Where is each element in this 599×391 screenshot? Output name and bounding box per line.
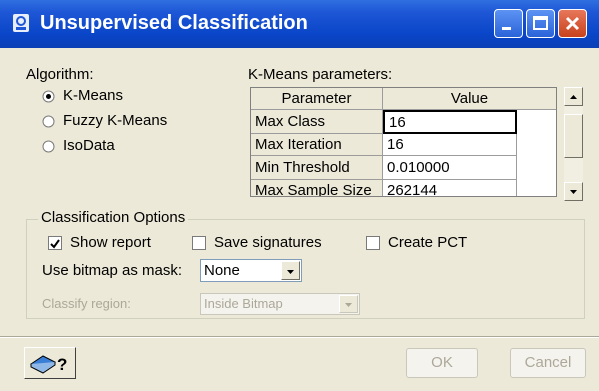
- isodata-option-label[interactable]: IsoData: [63, 137, 115, 154]
- param-value-cell[interactable]: 262144: [383, 180, 517, 196]
- minimize-icon: [502, 27, 511, 30]
- bitmap-mask-select[interactable]: None: [200, 259, 302, 282]
- title-bar[interactable]: Unsupervised Classification: [0, 0, 599, 48]
- help-button[interactable]: ?: [24, 347, 76, 379]
- ok-button[interactable]: OK: [406, 348, 478, 378]
- arrow-up-icon: [570, 95, 577, 99]
- algorithm-label: Algorithm:: [26, 66, 94, 83]
- bitmap-mask-label: Use bitmap as mask:: [42, 262, 183, 279]
- classify-region-select[interactable]: Inside Bitmap: [200, 293, 360, 315]
- maximize-icon: [533, 16, 548, 30]
- show-report-checkbox[interactable]: [48, 236, 62, 250]
- param-value-cell[interactable]: 16: [383, 110, 517, 134]
- arrow-down-icon: [570, 190, 577, 194]
- parameters-scrollbar[interactable]: [564, 87, 583, 201]
- param-name-cell: Min Threshold: [251, 156, 383, 180]
- param-name-cell: Max Class: [251, 110, 383, 134]
- fuzzy-kmeans-option-label[interactable]: Fuzzy K-Means: [63, 112, 167, 129]
- create-pct-label[interactable]: Create PCT: [388, 234, 467, 251]
- bitmap-mask-dropdown-button[interactable]: [281, 261, 300, 280]
- scroll-up-button[interactable]: [564, 87, 583, 106]
- chevron-down-icon: [345, 303, 352, 307]
- maximize-button[interactable]: [526, 9, 555, 38]
- unsupervised-classification-dialog: Unsupervised Classification Algorithm: K…: [0, 0, 599, 391]
- radio-fuzzy-kmeans[interactable]: [42, 115, 55, 128]
- show-report-label[interactable]: Show report: [70, 234, 151, 251]
- parameters-table: Parameter Value Max Class 16 Max Iterati…: [250, 87, 557, 197]
- radio-kmeans[interactable]: [42, 90, 55, 103]
- scroll-thumb[interactable]: [564, 114, 583, 158]
- classify-region-value: Inside Bitmap: [204, 296, 283, 311]
- classification-options-title: Classification Options: [38, 209, 189, 226]
- classify-region-dropdown-button[interactable]: [339, 295, 358, 313]
- chevron-down-icon: [287, 270, 294, 274]
- save-signatures-checkbox[interactable]: [192, 236, 206, 250]
- classify-region-label: Classify region:: [42, 296, 131, 311]
- help-book-icon: ?: [30, 355, 67, 374]
- svg-text:?: ?: [57, 355, 67, 374]
- radio-isodata[interactable]: [42, 140, 55, 153]
- cancel-button[interactable]: Cancel: [510, 348, 586, 378]
- column-header-value: Value: [383, 88, 556, 110]
- param-name-cell: Max Sample Size: [251, 180, 383, 196]
- checkmark-icon: [50, 239, 60, 249]
- column-header-parameter: Parameter: [251, 88, 383, 110]
- bitmap-mask-value: None: [204, 262, 240, 279]
- app-icon: [13, 14, 29, 32]
- param-value-cell[interactable]: 16: [383, 134, 517, 156]
- close-button[interactable]: [558, 9, 587, 38]
- create-pct-checkbox[interactable]: [366, 236, 380, 250]
- minimize-button[interactable]: [494, 9, 523, 38]
- close-icon: [565, 16, 580, 31]
- footer-separator: [0, 336, 599, 338]
- kmeans-option-label[interactable]: K-Means: [63, 87, 123, 104]
- parameters-label: K-Means parameters:: [248, 66, 393, 83]
- save-signatures-label[interactable]: Save signatures: [214, 234, 322, 251]
- param-value-cell[interactable]: 0.010000: [383, 156, 517, 180]
- param-name-cell: Max Iteration: [251, 134, 383, 156]
- window-title: Unsupervised Classification: [40, 12, 308, 34]
- scroll-down-button[interactable]: [564, 182, 583, 201]
